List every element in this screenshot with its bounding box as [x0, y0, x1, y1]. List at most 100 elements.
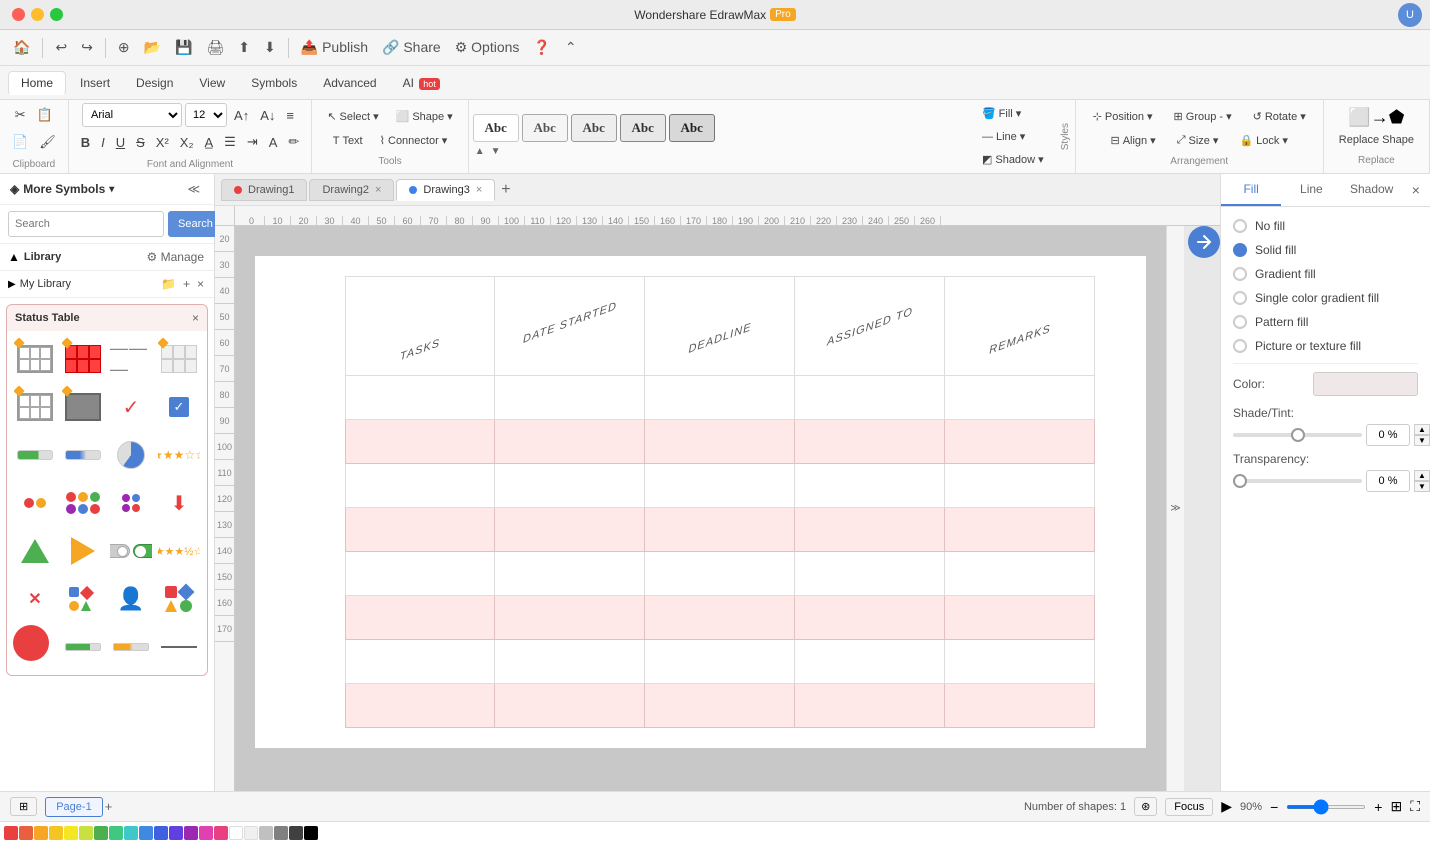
- symbol-stars[interactable]: ★★★☆☆: [157, 433, 201, 477]
- symbol-x-mark[interactable]: ✕: [13, 577, 57, 621]
- share-btn2[interactable]: ⬇: [259, 35, 281, 60]
- tab-symbols[interactable]: Symbols: [239, 72, 309, 94]
- shade-slider[interactable]: [1233, 433, 1362, 437]
- symbol-red-circle[interactable]: [13, 625, 49, 661]
- transparency-percent-input[interactable]: [1366, 470, 1410, 492]
- lock-btn[interactable]: 🔒 Lock ▾: [1230, 130, 1296, 151]
- color-green[interactable]: [94, 826, 108, 840]
- home-btn[interactable]: 🏠: [8, 35, 35, 60]
- size-btn[interactable]: ⤢ Size ▾: [1168, 130, 1228, 151]
- color-yellow-green[interactable]: [79, 826, 93, 840]
- transparency-down-btn[interactable]: ▼: [1414, 481, 1430, 492]
- tab-ai[interactable]: AI hot: [391, 72, 452, 94]
- tab-design[interactable]: Design: [124, 72, 185, 94]
- right-collapse-btn[interactable]: ≫: [1166, 226, 1184, 791]
- fullscreen-btn[interactable]: ⛶: [1410, 798, 1420, 815]
- fill-option-solid[interactable]: Solid fill: [1233, 243, 1418, 257]
- shade-down-btn[interactable]: ▼: [1414, 435, 1430, 446]
- color-mint[interactable]: [109, 826, 123, 840]
- symbol-shapes-colored[interactable]: [61, 577, 105, 621]
- new-btn[interactable]: ⊕: [113, 35, 135, 60]
- symbol-checkmark[interactable]: ✓: [109, 385, 153, 429]
- symbol-table-red[interactable]: [61, 337, 105, 381]
- close-button[interactable]: [12, 8, 25, 21]
- tab-drawing2[interactable]: Drawing2 ×: [309, 179, 394, 201]
- tab-drawing3[interactable]: Drawing3 ×: [396, 179, 495, 201]
- rotate-btn[interactable]: ↺ Rotate ▾: [1244, 106, 1315, 127]
- minimize-button[interactable]: [31, 8, 44, 21]
- nav-blue-button[interactable]: [1188, 226, 1220, 258]
- canvas-scroll[interactable]: TASKS DATE STARTED DEADLINE ASSIGNED TO: [235, 226, 1166, 791]
- symbol-dots-rgb[interactable]: [61, 481, 105, 525]
- color-red[interactable]: [4, 826, 18, 840]
- symbol-table-outline[interactable]: [13, 337, 57, 381]
- copy-btn[interactable]: 📋: [33, 103, 57, 127]
- symbol-arrow-down[interactable]: ⬇: [157, 481, 201, 525]
- manage-btn[interactable]: ⚙ Manage: [145, 248, 206, 266]
- maximize-button[interactable]: [50, 8, 63, 21]
- superscript-btn[interactable]: X²: [152, 131, 173, 154]
- italic-btn[interactable]: I: [97, 131, 109, 154]
- color-dark-gray[interactable]: [274, 826, 288, 840]
- color-teal[interactable]: [124, 826, 138, 840]
- symbol-pie-chart[interactable]: [109, 433, 153, 477]
- save-btn[interactable]: 💾: [170, 35, 197, 60]
- tab-advanced[interactable]: Advanced: [311, 72, 388, 94]
- symbol-stars-half[interactable]: ★★★½☆: [157, 529, 201, 573]
- style-swatch-1[interactable]: Abc: [473, 114, 519, 142]
- style-swatch-4[interactable]: Abc: [620, 114, 666, 142]
- symbol-dots-purple[interactable]: [109, 481, 153, 525]
- symbol-person[interactable]: 👤: [109, 577, 153, 621]
- print-btn[interactable]: 🖨: [202, 35, 230, 60]
- play-btn[interactable]: ▶: [1221, 798, 1232, 815]
- style-swatch-2[interactable]: Abc: [522, 114, 568, 142]
- category-close-btn[interactable]: ×: [192, 311, 199, 325]
- tab-view[interactable]: View: [187, 72, 237, 94]
- color-light-gray[interactable]: [244, 826, 258, 840]
- add-tab-btn[interactable]: +: [497, 181, 514, 199]
- color-swatch[interactable]: [1313, 372, 1418, 396]
- fill-btn[interactable]: 🪣 Fill ▾: [973, 103, 1053, 124]
- style-swatch-3[interactable]: Abc: [571, 114, 617, 142]
- transparency-up-btn[interactable]: ▲: [1414, 470, 1430, 481]
- drawing2-close-icon[interactable]: ×: [375, 184, 381, 196]
- page-view-btn[interactable]: ⊞: [10, 797, 37, 816]
- shade-up-btn[interactable]: ▲: [1414, 424, 1430, 435]
- font-decrease-btn[interactable]: A↓: [256, 104, 279, 127]
- paste-btn[interactable]: 📄: [8, 130, 32, 154]
- color-indigo[interactable]: [154, 826, 168, 840]
- zoom-out-btn[interactable]: −: [1270, 799, 1278, 815]
- symbol-progress-blue[interactable]: [61, 433, 105, 477]
- symbol-triangle-green[interactable]: [13, 529, 57, 573]
- symbol-prog-green-bar[interactable]: [61, 625, 105, 669]
- symbol-table-dark[interactable]: [61, 385, 105, 429]
- symbol-table-simple[interactable]: [13, 385, 57, 429]
- style-swatch-5[interactable]: Abc: [669, 114, 715, 142]
- select-tool-btn[interactable]: ↖ Select ▾: [320, 106, 385, 127]
- color-blue[interactable]: [139, 826, 153, 840]
- help-btn[interactable]: ❓: [528, 35, 555, 60]
- strikethrough-btn[interactable]: S: [132, 131, 149, 154]
- window-controls[interactable]: [12, 8, 63, 21]
- style-down-btn[interactable]: ▼: [489, 144, 503, 159]
- settings-btn[interactable]: ⚙ Options: [450, 35, 525, 60]
- export-btn[interactable]: ⬆: [233, 35, 255, 60]
- shape-tool-btn[interactable]: ⬜ Shape ▾: [389, 106, 460, 127]
- shadow-btn[interactable]: ◩ Shadow ▾: [973, 149, 1053, 170]
- connector-tool-btn[interactable]: ⌇ Connector ▾: [373, 130, 455, 151]
- zoom-slider[interactable]: [1286, 805, 1366, 809]
- font-size-select[interactable]: 12: [185, 103, 227, 127]
- color-yellow[interactable]: [64, 826, 78, 840]
- layers-btn[interactable]: ⊛: [1134, 797, 1157, 816]
- symbol-shapes-multi[interactable]: [157, 577, 201, 621]
- align-tool-btn[interactable]: ⊟ Align ▾: [1101, 130, 1164, 151]
- drawing3-close-icon[interactable]: ×: [476, 184, 482, 196]
- align-btn[interactable]: ≡: [282, 104, 298, 127]
- text-outline-btn[interactable]: A̲: [201, 131, 218, 154]
- text-tool-btn[interactable]: T Text: [326, 131, 370, 151]
- color-darker-gray[interactable]: [289, 826, 303, 840]
- fill-option-picture[interactable]: Picture or texture fill: [1233, 339, 1418, 353]
- focus-btn[interactable]: Focus: [1165, 798, 1213, 816]
- symbol-dashes[interactable]: — — —: [109, 337, 153, 381]
- tab-insert[interactable]: Insert: [68, 72, 122, 94]
